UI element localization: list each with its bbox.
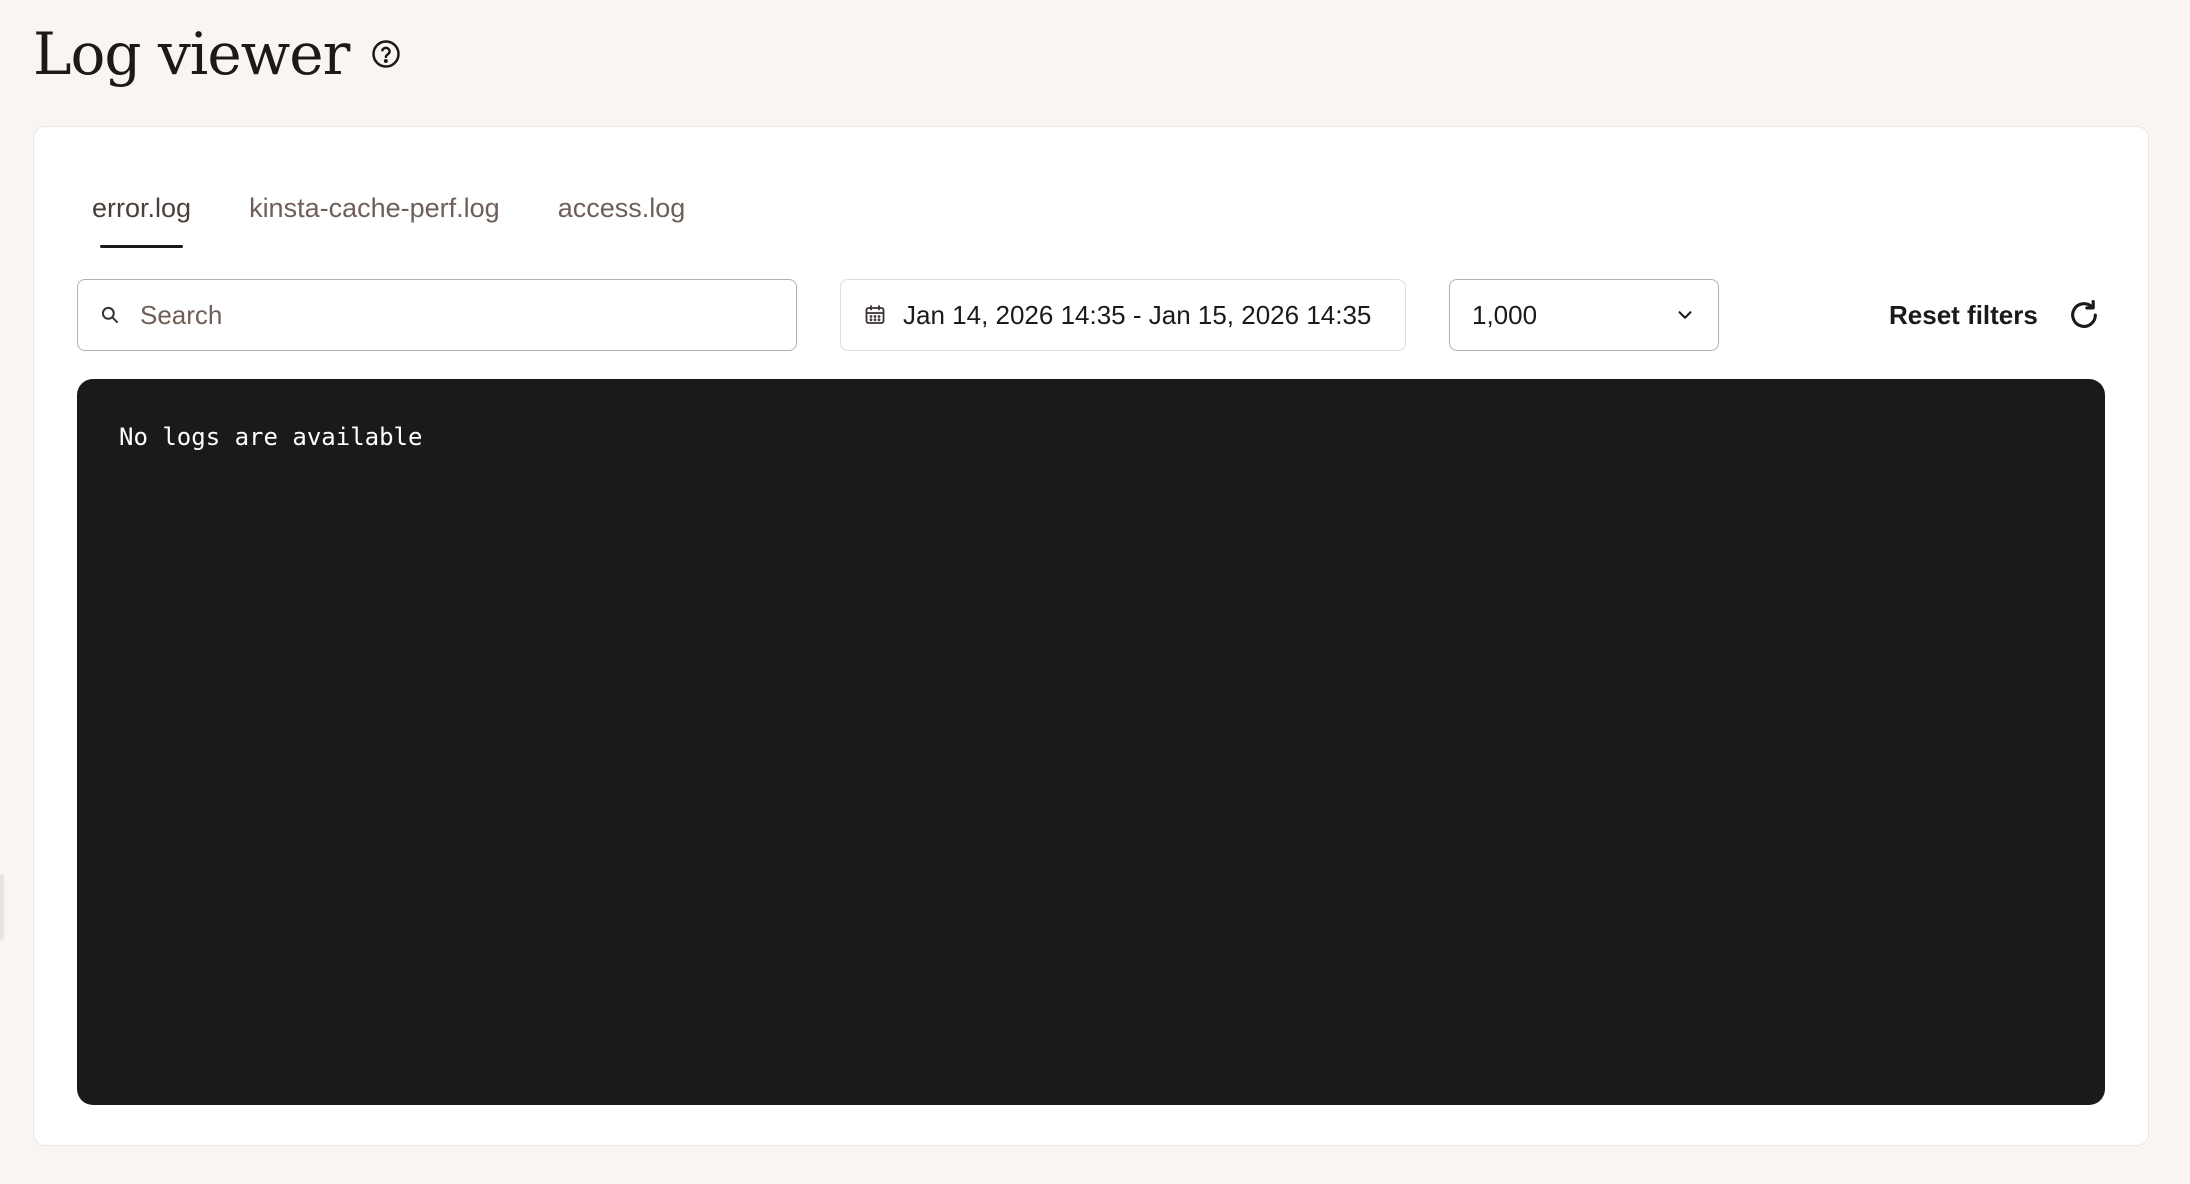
date-range-label: Jan 14, 2026 14:35 - Jan 15, 2026 14:35 <box>903 299 1372 330</box>
side-panel-handle[interactable] <box>0 874 4 940</box>
search-field[interactable] <box>77 279 797 351</box>
page-header: Log viewer <box>33 14 403 94</box>
log-empty-message: No logs are available <box>119 423 423 451</box>
tab-kinsta-cache-perf-log[interactable]: kinsta-cache-perf.log <box>249 183 500 248</box>
log-limit-select[interactable]: 1,000 <box>1449 279 1719 351</box>
reset-filters-button[interactable]: Reset filters <box>1889 279 2038 351</box>
page-title: Log viewer <box>33 20 350 88</box>
filter-bar: Jan 14, 2026 14:35 - Jan 15, 2026 14:35 … <box>77 279 2105 351</box>
tab-error-log[interactable]: error.log <box>92 183 191 248</box>
log-output-panel[interactable]: No logs are available <box>77 379 2105 1105</box>
search-icon <box>100 305 120 325</box>
refresh-icon[interactable] <box>2065 296 2103 334</box>
chevron-down-icon <box>1674 304 1696 326</box>
date-range-picker[interactable]: Jan 14, 2026 14:35 - Jan 15, 2026 14:35 <box>840 279 1406 351</box>
log-viewer-card: error.log kinsta-cache-perf.log access.l… <box>33 126 2149 1146</box>
tab-access-log[interactable]: access.log <box>558 183 686 248</box>
log-file-tabs: error.log kinsta-cache-perf.log access.l… <box>92 183 685 248</box>
log-limit-value: 1,000 <box>1472 299 1538 330</box>
search-input[interactable] <box>138 298 742 332</box>
question-circle-icon[interactable] <box>369 37 403 71</box>
calendar-icon <box>863 303 887 327</box>
